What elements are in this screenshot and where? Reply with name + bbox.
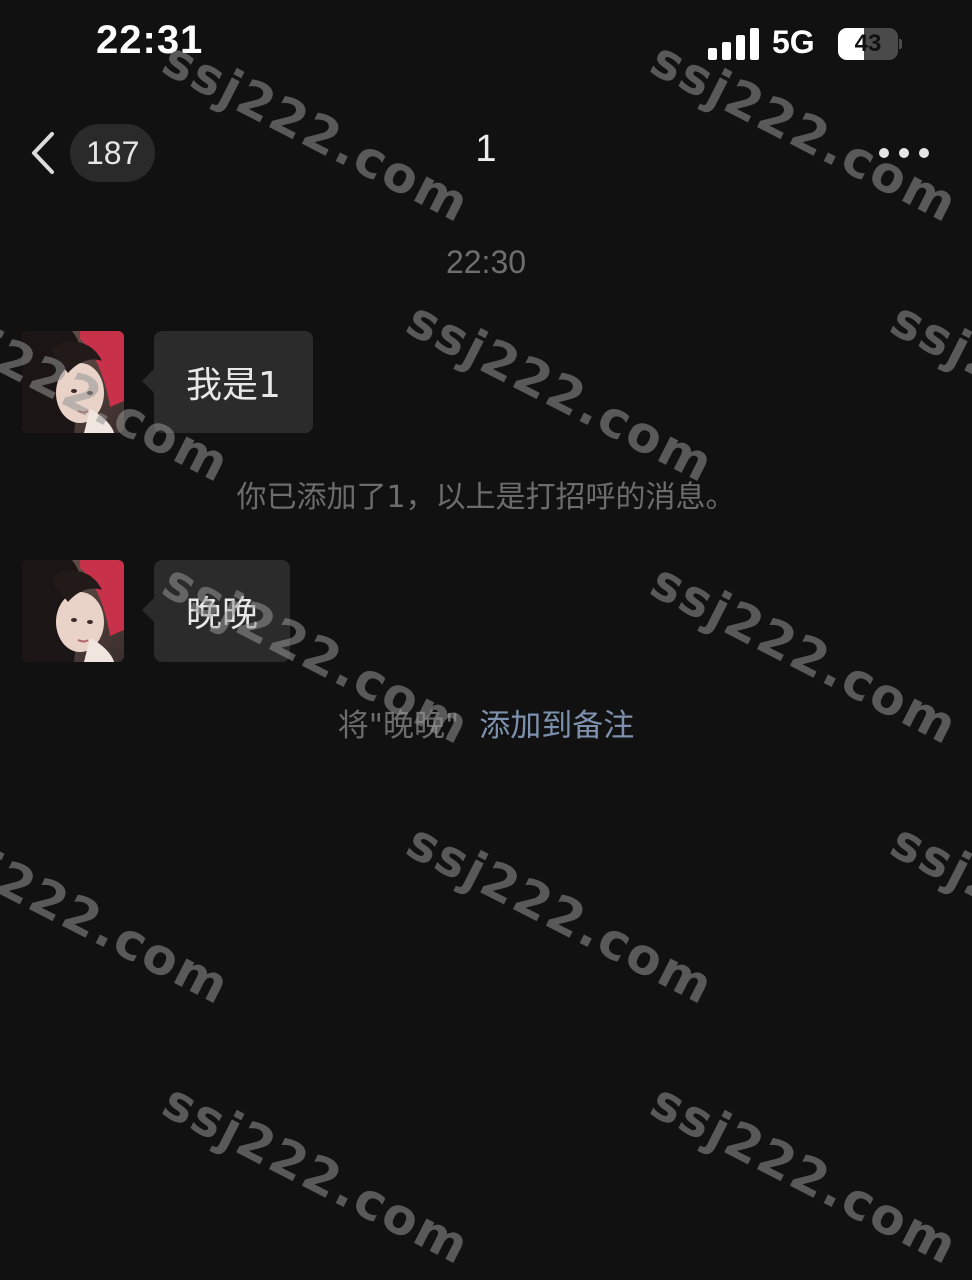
watermark-text: ssj222.com [397, 812, 724, 1017]
message-row: 晚晚 [22, 560, 291, 664]
avatar-image [22, 331, 124, 433]
more-dots-icon [879, 148, 929, 158]
watermark-text: ssj222.com [881, 290, 972, 495]
network-type-label: 5G [772, 24, 815, 60]
chat-nav-bar: 187 1 [0, 112, 972, 194]
message-bubble[interactable]: 我是1 [154, 331, 313, 433]
watermark-text: ssj222.com [397, 290, 724, 495]
status-bar: 22:31 5G 43 [0, 0, 972, 90]
chat-title: 1 [475, 128, 497, 170]
battery-icon: 43 [838, 28, 902, 60]
remark-hint: 将"晚晚" 添加到备注 [0, 700, 972, 745]
watermark-text: ssj222.com [641, 1072, 968, 1277]
watermark-text: ssj222.com [0, 812, 240, 1017]
contact-avatar[interactable] [22, 331, 124, 433]
battery-level-label: 43 [854, 30, 882, 57]
message-row: 我是1 [22, 331, 313, 435]
system-notice: 你已添加了1，以上是打招呼的消息。 [236, 480, 736, 515]
watermark-text: ssj222.com [881, 812, 972, 1017]
avatar-image [22, 560, 124, 662]
status-time: 22:31 [96, 18, 204, 62]
watermark-text: ssj222.com [153, 1072, 480, 1277]
message-bubble[interactable]: 晚晚 [154, 560, 291, 662]
remark-hint-text: 将"晚晚" [337, 708, 460, 744]
message-timestamp: 22:30 [445, 244, 527, 280]
contact-avatar[interactable] [22, 560, 124, 662]
more-options-button[interactable] [868, 130, 940, 176]
signal-strength-icon [708, 28, 759, 60]
add-to-remark-link[interactable]: 添加到备注 [479, 708, 634, 744]
